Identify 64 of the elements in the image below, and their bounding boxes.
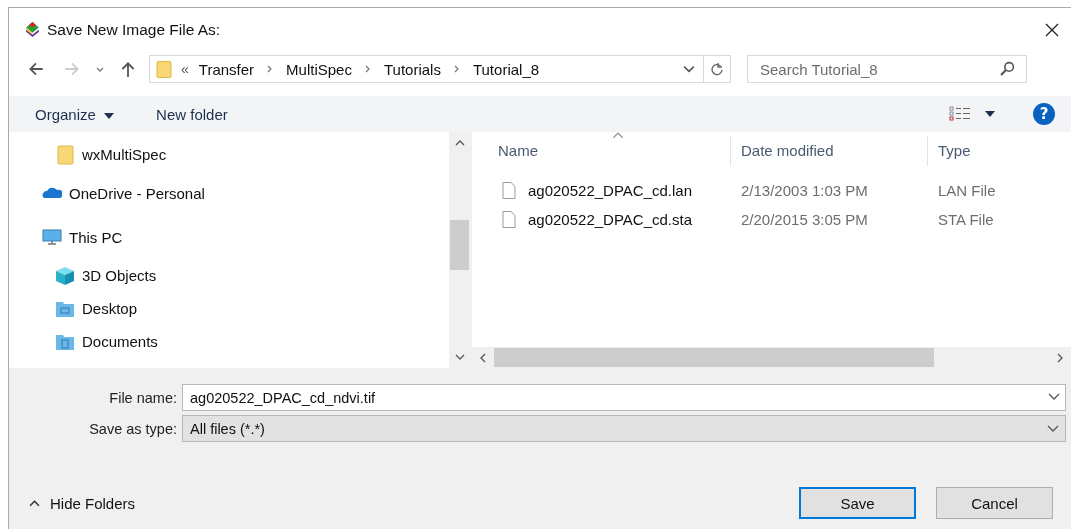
chevron-right-icon[interactable]: [267, 64, 274, 74]
new-folder-button[interactable]: New folder: [148, 101, 236, 127]
view-options-icon[interactable]: [949, 106, 971, 122]
breadcrumb[interactable]: Tutorials: [383, 60, 441, 78]
up-arrow-icon[interactable]: [119, 60, 137, 78]
type-cell-text: STA File: [937, 211, 995, 228]
column-header[interactable]: Name: [472, 136, 731, 166]
search-icon[interactable]: [1000, 61, 1015, 76]
column-header[interactable]: Type: [928, 136, 1071, 166]
window-title: Save New Image File As:: [47, 20, 221, 39]
sidebar-item[interactable]: This PC: [69, 228, 123, 246]
caret-icon: [104, 112, 115, 119]
close-icon[interactable]: [1045, 22, 1059, 37]
column-header[interactable]: Date modified: [731, 136, 928, 166]
sidebar-item[interactable]: OneDrive - Personal: [69, 184, 205, 202]
sidebar-item[interactable]: Desktop: [82, 300, 138, 317]
chevron-up-icon: [29, 499, 40, 507]
cube-icon: [55, 265, 75, 286]
folder-icon: [55, 144, 75, 165]
file-type-dropdown[interactable]: All files (*.*): [182, 415, 1066, 442]
scroll-left-icon[interactable]: [480, 352, 486, 363]
sort-caret-icon: [612, 132, 624, 139]
file-icon: [502, 181, 516, 200]
refresh-icon[interactable]: [710, 62, 724, 76]
sidebar-item[interactable]: Documents: [82, 333, 158, 350]
monitor-icon: [42, 227, 62, 247]
type-cell-text: LAN File: [937, 182, 997, 199]
caret-icon[interactable]: [985, 111, 995, 117]
app-icon: [24, 21, 41, 38]
horizontal-scrollbar[interactable]: [472, 347, 1071, 368]
chevron-down-icon[interactable]: [1048, 393, 1060, 401]
sidebar-item[interactable]: wxMultiSpec: [82, 146, 167, 163]
help-button[interactable]: ?: [1033, 103, 1055, 125]
breadcrumb[interactable]: Tutorial_8: [472, 60, 540, 78]
breadcrumb[interactable]: Transfer: [198, 60, 255, 78]
chevron-down-icon[interactable]: [683, 63, 695, 75]
file-name[interactable]: ag020522_DPAC_cd.sta: [528, 211, 692, 228]
dialog-button[interactable]: Cancel: [936, 487, 1053, 519]
search-field[interactable]: Search Tutorial_8: [747, 55, 1027, 83]
back-arrow-icon[interactable]: [27, 60, 45, 78]
sidebar-item[interactable]: 3D Objects: [82, 267, 157, 284]
scroll-thumb[interactable]: [450, 220, 469, 270]
file-icon: [502, 210, 516, 229]
scroll-up-icon[interactable]: [454, 140, 465, 146]
overflow-chevron[interactable]: «: [181, 61, 189, 77]
vertical-scrollbar[interactable]: [449, 132, 470, 368]
breadcrumb[interactable]: MultiSpec: [286, 60, 352, 78]
dialog-button[interactable]: Save: [799, 487, 916, 519]
address-bar[interactable]: « Transfer MultiSpec Tutorials Tutorial_8: [149, 55, 731, 83]
scroll-right-icon[interactable]: [1057, 352, 1063, 363]
scroll-thumb[interactable]: [494, 348, 934, 367]
chevron-right-icon[interactable]: [364, 64, 371, 74]
file-name-field[interactable]: ag020522_DPAC_cd_ndvi.tif: [182, 384, 1066, 411]
date-cell-text: 2/20/2015 3:05 PM: [740, 211, 869, 228]
field-label: Save as type:: [88, 420, 178, 437]
scroll-down-icon[interactable]: [454, 354, 465, 360]
field-label: File name:: [108, 389, 178, 406]
date-cell-text: 2/13/2003 1:03 PM: [740, 182, 869, 199]
folder-icon: [156, 59, 172, 79]
hide-folders-button[interactable]: Hide Folders: [9, 493, 142, 513]
chevron-right-icon[interactable]: [453, 64, 460, 74]
organize-button[interactable]: Organize: [27, 101, 123, 127]
file-name[interactable]: ag020522_DPAC_cd.lan: [528, 182, 692, 199]
chevron-down-icon[interactable]: [1047, 424, 1059, 433]
